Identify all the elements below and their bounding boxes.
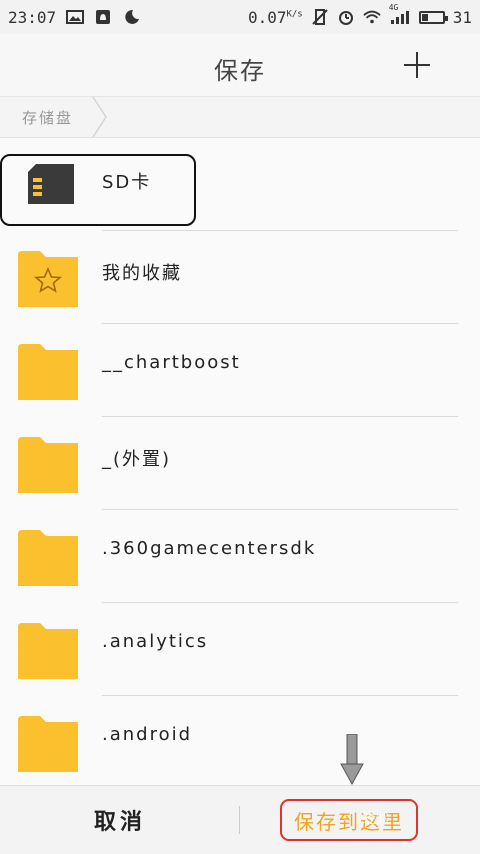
signal-icon: 4G <box>389 3 411 25</box>
cancel-button[interactable]: 取消 <box>0 786 240 854</box>
list-item-sd-card[interactable]: SD卡 <box>0 138 480 231</box>
battery-level: 31 <box>452 7 472 27</box>
bottom-bar: 取消 保存到这里 <box>0 785 480 854</box>
save-here-button[interactable]: 保存到这里 <box>280 799 418 841</box>
folder-icon <box>18 716 78 772</box>
sd-card-icon <box>28 164 74 204</box>
image-icon <box>66 10 85 24</box>
list-item-favorites[interactable]: 我的收藏 <box>0 231 480 324</box>
list-item-label: .android <box>102 724 193 745</box>
wifi-icon <box>363 10 381 24</box>
alarm-icon <box>338 11 353 25</box>
watermark: 经验 <box>362 811 390 827</box>
title-bar: 保存 <box>0 34 480 97</box>
folder-icon <box>18 530 78 586</box>
list-item-label: .analytics <box>102 631 209 652</box>
notification-icon <box>96 10 111 24</box>
list-item[interactable]: .android <box>0 696 480 789</box>
list-item[interactable]: .analytics <box>0 603 480 696</box>
list-item-label: .360gamecentersdk <box>102 538 317 559</box>
chevron-right-icon <box>92 97 107 137</box>
folder-icon <box>18 623 78 679</box>
moon-icon <box>125 9 140 24</box>
star-folder-icon <box>18 251 78 307</box>
list-item-label: __chartboost <box>102 352 241 373</box>
breadcrumb: 存储盘 <box>0 97 480 138</box>
arrow-down-icon <box>340 734 364 786</box>
list-item[interactable]: __chartboost <box>0 324 480 417</box>
network-speed-unit: K/s <box>286 9 303 20</box>
list-item-label: _(外置) <box>102 449 172 470</box>
network-speed: 0.07K/s <box>248 8 303 27</box>
status-time: 23:07 <box>8 7 57 27</box>
list-item[interactable]: _(外置) <box>0 417 480 510</box>
list-item-label: SD卡 <box>102 172 152 193</box>
plus-icon[interactable] <box>404 52 430 78</box>
breadcrumb-item-storage[interactable]: 存储盘 <box>22 107 73 128</box>
divider <box>239 806 240 834</box>
list-item[interactable]: .360gamecentersdk <box>0 510 480 603</box>
folder-icon <box>18 437 78 493</box>
vibrate-off-icon <box>312 9 328 25</box>
folder-icon <box>18 344 78 400</box>
list-item-label: 我的收藏 <box>102 263 182 284</box>
battery-icon <box>418 10 448 24</box>
network-speed-value: 0.07 <box>247 7 287 27</box>
status-bar: 23:07 0.07K/s 4G 31 <box>0 0 480 34</box>
